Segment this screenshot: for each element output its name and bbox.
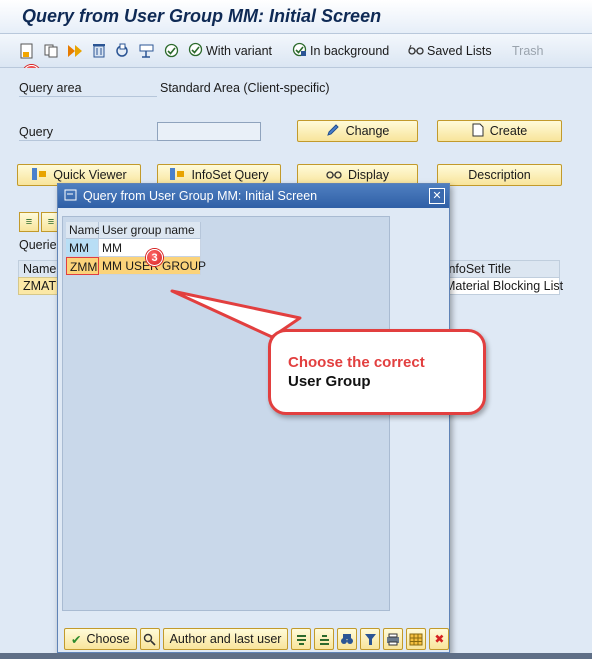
callout-line-1: Choose the correct bbox=[288, 354, 425, 371]
callout-line-2: User Group bbox=[288, 373, 371, 390]
instruction-callout: Choose the correct User Group bbox=[268, 329, 486, 415]
status-bar bbox=[0, 653, 592, 659]
